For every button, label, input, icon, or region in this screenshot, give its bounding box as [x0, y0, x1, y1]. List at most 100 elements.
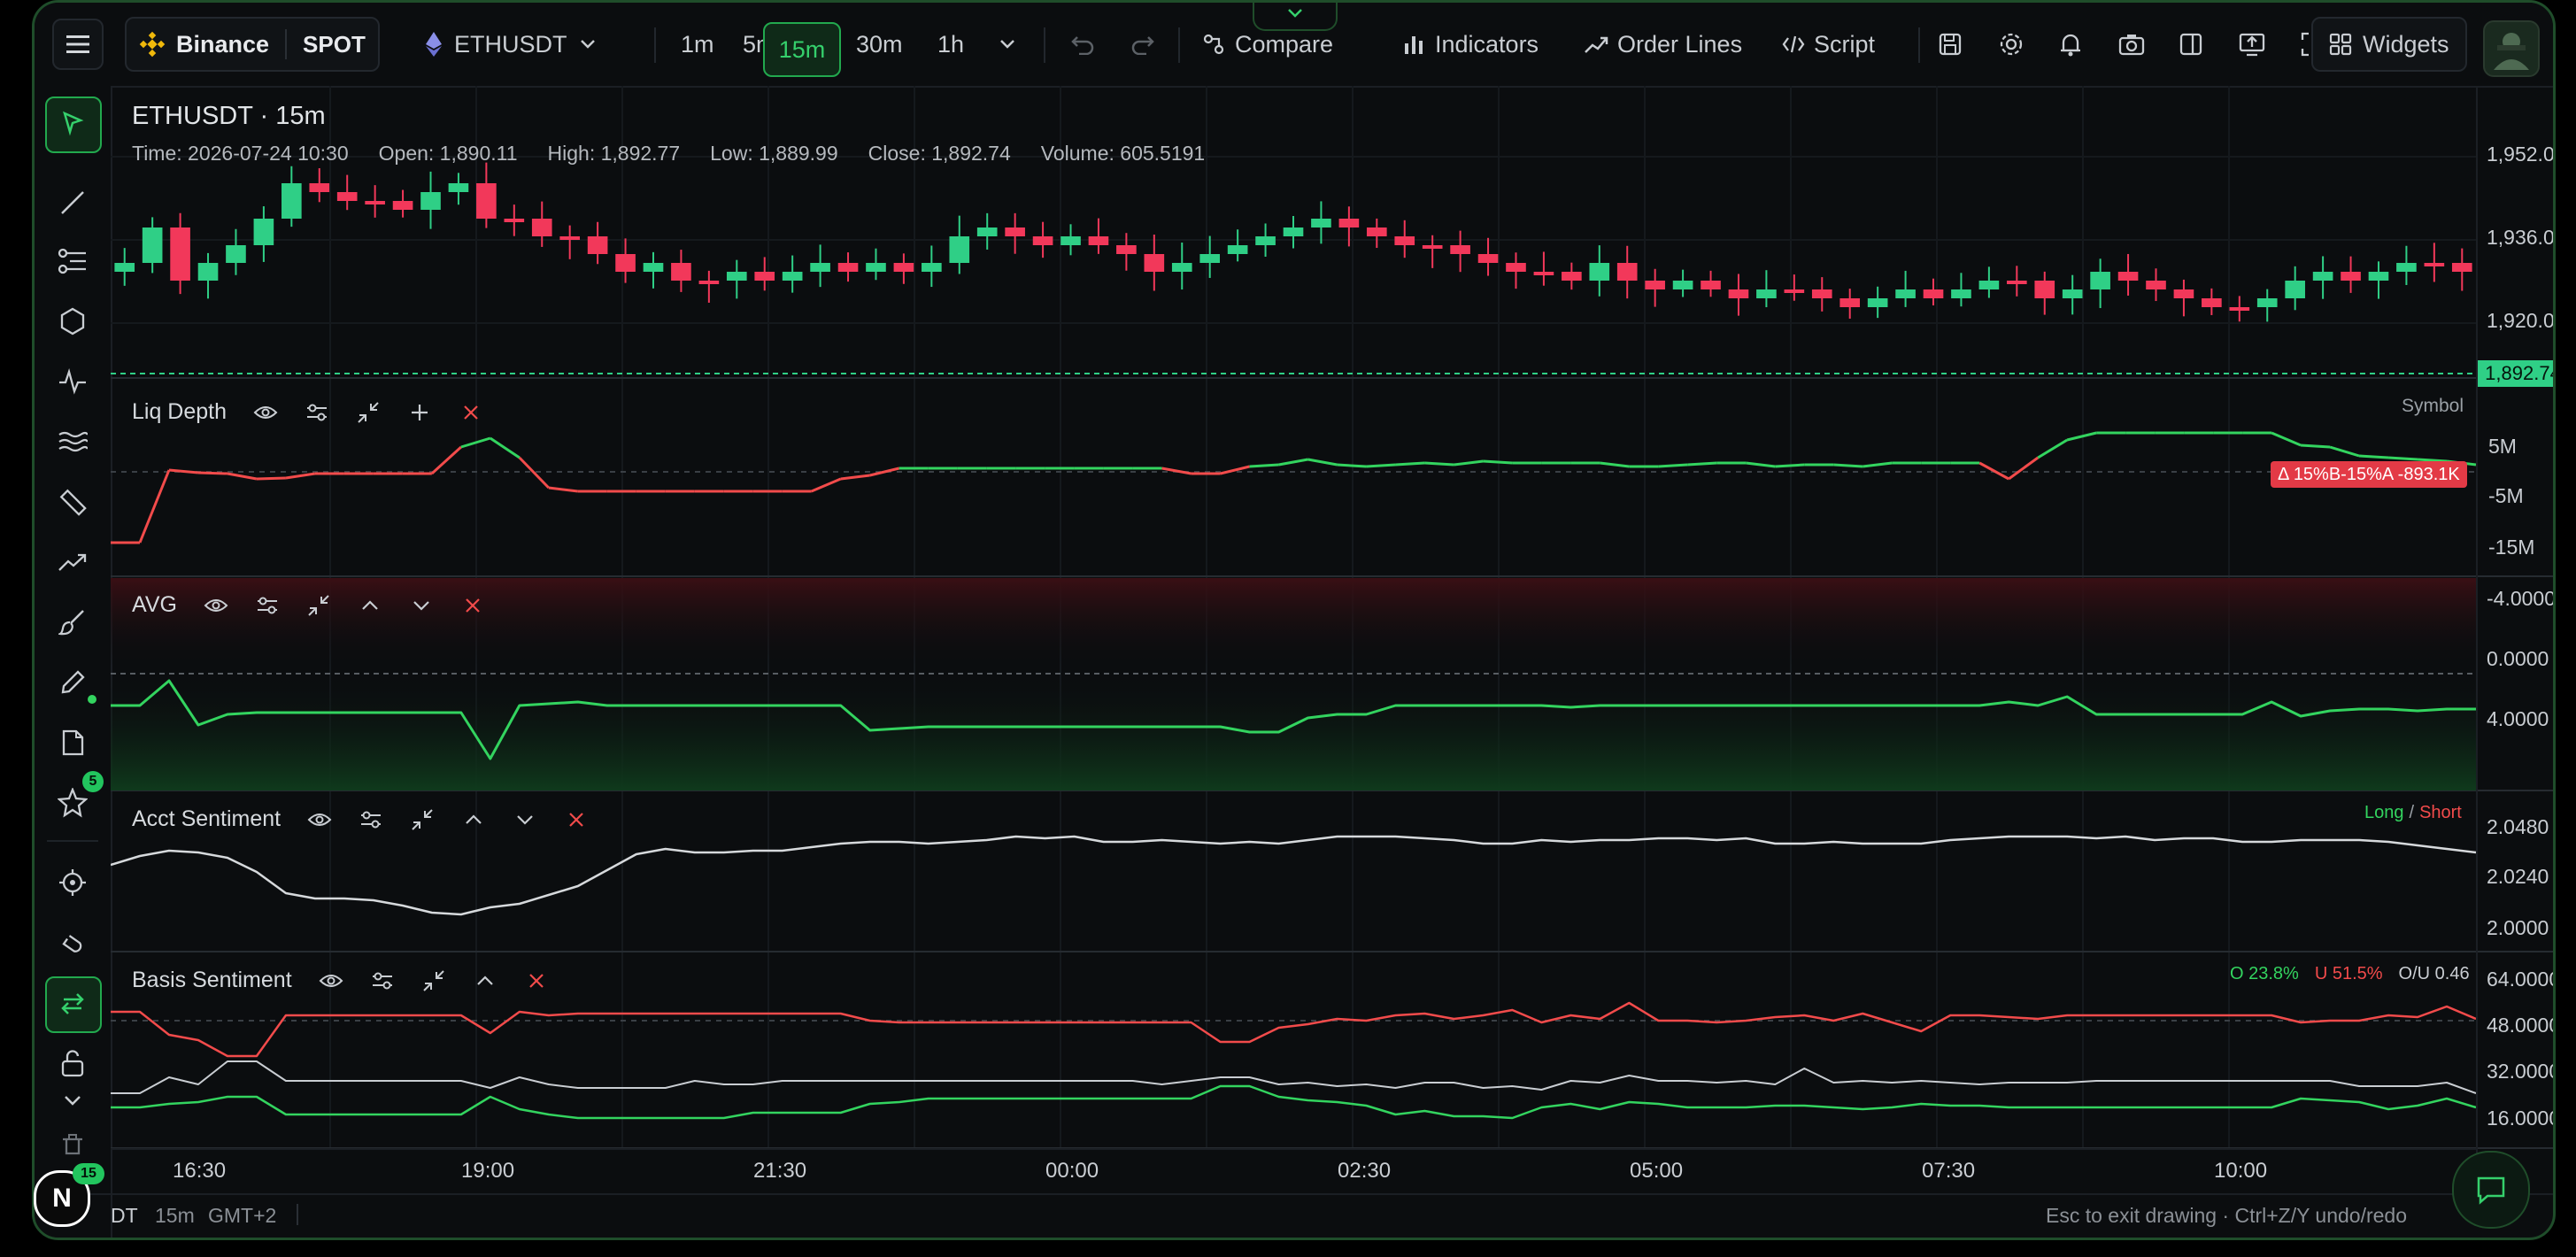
chevron-up-icon[interactable] [461, 807, 486, 832]
liq-depth-line [1483, 459, 1513, 465]
eye-icon[interactable] [253, 400, 278, 425]
timeframe-15m[interactable]: 15m [763, 22, 841, 77]
notes-tool[interactable] [55, 725, 90, 760]
measure-tool[interactable] [55, 484, 90, 520]
target-tool[interactable] [55, 865, 90, 900]
delete-tool[interactable] [55, 1127, 90, 1162]
candle-body [420, 192, 441, 210]
acct-sentiment-pane-header: Acct Sentiment [132, 806, 589, 832]
collapse-arrows-icon[interactable] [356, 400, 381, 425]
liq-depth-line [1424, 461, 1454, 467]
liq-delta-text: Δ 15%B-15%A -893.1K [2278, 464, 2460, 484]
pattern-tool[interactable] [55, 364, 90, 399]
time-label: 10:00 [2214, 1159, 2268, 1183]
magnet-tool[interactable] [55, 925, 90, 960]
settings-sliders-icon[interactable] [370, 968, 395, 993]
wave-tool[interactable] [55, 424, 90, 459]
basis-sentiment-pane-header: Basis Sentiment [132, 968, 549, 993]
eyedropper-tool[interactable] [55, 665, 90, 700]
candle-body [1283, 227, 1304, 236]
candle-body [810, 263, 830, 272]
present-upload-icon[interactable] [2239, 32, 2265, 57]
chevron-down-icon[interactable] [409, 593, 434, 618]
eye-icon[interactable] [204, 593, 228, 618]
eye-icon[interactable] [319, 968, 343, 993]
close-icon[interactable] [460, 593, 485, 618]
collapse-arrows-icon[interactable] [410, 807, 435, 832]
crosshair-icon [59, 869, 86, 896]
price-label-2: 1,936.00 [2487, 226, 2555, 249]
chevron-up-icon[interactable] [473, 968, 497, 993]
exchange-selector[interactable]: Binance SPOT [125, 17, 380, 72]
status-timezone[interactable]: GMT+2 [208, 1204, 276, 1228]
chevron-up-icon[interactable] [358, 593, 382, 618]
candle-body [2062, 289, 2083, 298]
redo-icon[interactable] [1130, 34, 1155, 55]
close-icon[interactable] [524, 968, 549, 993]
candle-body [1811, 289, 1832, 298]
menu-button[interactable] [52, 19, 104, 70]
chevron-down-icon[interactable] [513, 807, 537, 832]
indicators-button[interactable]: Indicators [1403, 31, 1539, 58]
settings-gear-icon[interactable] [1998, 31, 2025, 58]
chart-canvas[interactable] [111, 86, 2553, 1193]
settings-sliders-icon[interactable] [255, 593, 280, 618]
symbol-label: ETHUSDT [454, 30, 567, 58]
legend-low: Low: 1,889.99 [710, 142, 838, 165]
chat-button[interactable] [2452, 1151, 2530, 1229]
collapse-toolbar-tab[interactable] [1253, 3, 1338, 31]
symbol-selector[interactable]: ETHUSDT [426, 31, 596, 58]
candle-body [1895, 289, 1916, 298]
close-icon[interactable] [459, 400, 483, 425]
compare-button[interactable]: Compare [1201, 31, 1333, 58]
layout-split-icon[interactable] [2179, 32, 2203, 57]
script-button[interactable]: Script [1782, 31, 1875, 58]
status-symbol: DT [111, 1204, 138, 1227]
save-icon[interactable] [1938, 32, 1963, 57]
fib-tool[interactable] [55, 243, 90, 279]
candle-body [1338, 219, 1360, 227]
timeframe-30m[interactable]: 30m [856, 31, 903, 58]
widgets-button[interactable]: Widgets [2311, 17, 2467, 72]
trendline-tool[interactable] [55, 185, 90, 220]
collapse-arrows-icon[interactable] [306, 593, 331, 618]
candle-body [782, 272, 803, 281]
timeframe-more-chevron-icon[interactable] [999, 39, 1015, 50]
order-lines-button[interactable]: Order Lines [1584, 31, 1742, 58]
candle-body [1951, 289, 1971, 298]
unlock-icon [61, 1050, 84, 1077]
collapse-arrows-icon[interactable] [421, 968, 446, 993]
order-lines-label: Order Lines [1617, 30, 1743, 58]
timeframe-1m[interactable]: 1m [681, 31, 714, 58]
eye-icon[interactable] [307, 807, 332, 832]
undo-icon[interactable] [1070, 34, 1095, 55]
more-tools-toggle[interactable] [55, 1083, 90, 1118]
user-avatar[interactable] [2483, 20, 2540, 77]
shape-tool[interactable] [55, 304, 90, 339]
basis-u-stat: U 51.5% [2314, 964, 2383, 983]
close-icon[interactable] [564, 807, 589, 832]
drawing-toolbar: 5 [35, 86, 112, 1238]
sync-drawings-tool[interactable] [55, 985, 90, 1021]
avg-negative-zone [111, 578, 2476, 667]
bar-chart-icon [1405, 36, 1423, 54]
top-toolbar: Binance SPOT ETHUSDT 1m 5m 15m 30m 1h Co… [35, 3, 2553, 88]
camera-icon[interactable] [2118, 33, 2145, 56]
brush-tool[interactable] [55, 605, 90, 640]
candle-body [726, 272, 747, 281]
indicators-label: Indicators [1435, 30, 1539, 58]
lock-tool[interactable] [55, 1045, 90, 1081]
favorites-count: 5 [89, 774, 97, 789]
settings-sliders-icon[interactable] [359, 807, 383, 832]
favorites-tool[interactable] [55, 785, 90, 821]
settings-sliders-icon[interactable] [305, 400, 329, 425]
cursor-arrow-icon [63, 111, 84, 136]
forecast-tool[interactable] [55, 544, 90, 580]
acct-axis-3: 2.0000 [2487, 916, 2549, 939]
chart-area[interactable]: ETHUSDT · 15m Time: 2026-07-24 10:30 Ope… [111, 86, 2553, 1238]
bell-icon[interactable] [2058, 31, 2083, 58]
timeframe-1h[interactable]: 1h [937, 31, 964, 58]
cursor-tool[interactable] [55, 105, 90, 141]
acct-sentiment-title: Acct Sentiment [132, 806, 282, 831]
plus-icon[interactable] [407, 400, 432, 425]
